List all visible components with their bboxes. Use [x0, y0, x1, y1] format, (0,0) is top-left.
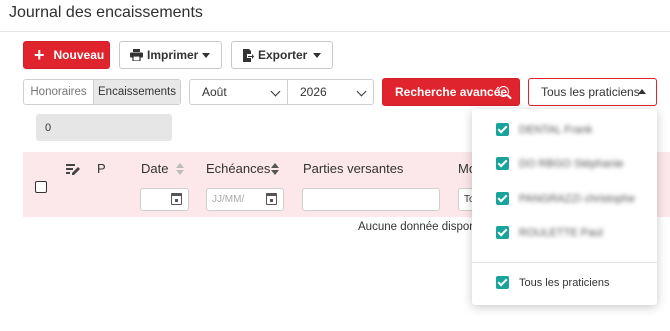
chevron-down-icon[interactable]	[202, 53, 210, 58]
print-button[interactable]: Imprimer	[119, 41, 222, 69]
echeances-filter-placeholder: JJ/MM/	[212, 194, 245, 205]
echeances-filter-input[interactable]: JJ/MM/	[206, 188, 284, 211]
fee-type-toggle: Honoraires Encaissements	[23, 79, 181, 105]
edit-icon	[66, 164, 80, 175]
date-filter-input[interactable]	[140, 188, 189, 211]
practitioners-select-value: Tous les praticiens	[541, 85, 640, 99]
month-select-value: Août	[202, 85, 227, 99]
all-practitioners-label: Tous les praticiens	[519, 276, 610, 289]
plus-icon: +	[34, 45, 45, 65]
practitioner-name: PANGRAZZI christophe	[519, 192, 635, 205]
calendar-icon[interactable]	[266, 193, 277, 205]
col-date[interactable]: Date	[141, 161, 168, 176]
practitioner-name: ROULETTE Paul	[519, 226, 603, 239]
page-title: Journal des encaissements	[9, 4, 203, 21]
checkbox-checked-icon[interactable]	[496, 276, 509, 289]
tab-honoraires[interactable]: Honoraires	[24, 80, 94, 104]
empty-message: Aucune donnée dispon	[358, 221, 476, 233]
title-divider	[0, 31, 670, 32]
practitioner-option[interactable]: PANGRAZZI christophe	[496, 192, 635, 205]
new-button[interactable]: + Nouveau	[23, 41, 110, 69]
col-echeances[interactable]: Echéances	[206, 161, 270, 176]
dropdown-divider	[472, 262, 657, 263]
checkbox-checked-icon[interactable]	[496, 157, 509, 170]
checkbox-checked-icon[interactable]	[496, 123, 509, 136]
advanced-search-button[interactable]: Recherche avancée	[382, 78, 520, 106]
advanced-search-label: Recherche avancée	[395, 85, 508, 99]
chevron-down-icon[interactable]	[313, 53, 321, 58]
practitioners-select[interactable]: Tous les praticiens	[528, 78, 657, 106]
practitioner-option[interactable]: DO RBGO Stéphanie	[496, 157, 624, 170]
parties-filter-input[interactable]	[302, 188, 440, 211]
checkbox-checked-icon[interactable]	[496, 226, 509, 239]
print-button-label: Imprimer	[147, 48, 199, 62]
chevron-down-icon	[356, 86, 367, 97]
col-p: P	[97, 161, 106, 176]
select-all-checkbox[interactable]	[35, 181, 47, 193]
search-icon	[498, 86, 509, 97]
checkbox-checked-icon[interactable]	[496, 192, 509, 205]
calendar-icon[interactable]	[171, 193, 182, 205]
chevron-down-icon	[270, 86, 281, 97]
all-practitioners-option[interactable]: Tous les praticiens	[496, 276, 610, 289]
practitioners-dropdown: DENTAL Frank DO RBGO Stéphanie PANGRAZZI…	[472, 109, 657, 305]
practitioner-option[interactable]: ROULETTE Paul	[496, 226, 603, 239]
year-select[interactable]: 2026	[287, 79, 374, 105]
chevron-up-icon	[638, 89, 646, 94]
practitioner-name: DO RBGO Stéphanie	[519, 157, 624, 170]
sort-icon[interactable]	[176, 163, 184, 175]
export-button[interactable]: Exporter	[231, 41, 333, 69]
tab-encaissements[interactable]: Encaissements	[94, 80, 180, 104]
new-button-label: Nouveau	[53, 48, 105, 62]
practitioner-option[interactable]: DENTAL Frank	[496, 123, 592, 136]
month-select[interactable]: Août	[189, 79, 288, 105]
export-icon	[243, 48, 254, 62]
col-parties-versantes[interactable]: Parties versantes	[303, 161, 403, 176]
sort-icon[interactable]	[271, 163, 279, 175]
year-select-value: 2026	[300, 85, 327, 99]
total-count: 0	[36, 114, 172, 141]
printer-icon	[130, 49, 143, 61]
practitioner-name: DENTAL Frank	[519, 123, 593, 136]
export-button-label: Exporter	[258, 48, 308, 62]
